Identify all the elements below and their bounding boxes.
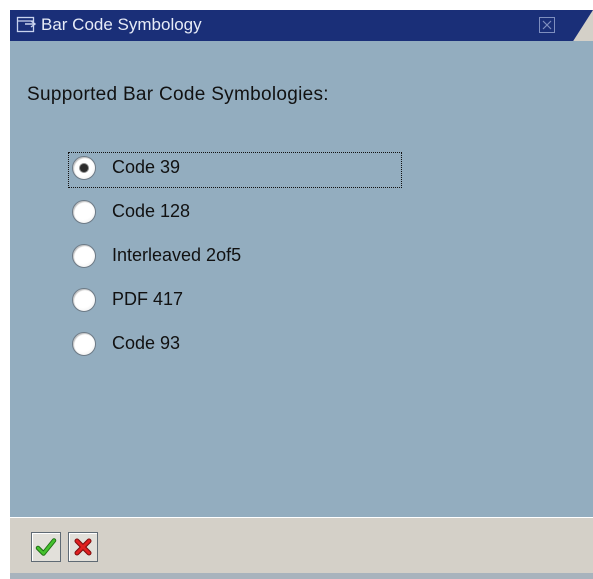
radio-button[interactable] [72,288,96,312]
window-title: Bar Code Symbology [41,15,202,34]
dialog-footer [10,517,593,579]
option-code-128[interactable]: Code 128 [72,198,392,228]
radio-button[interactable] [72,244,96,268]
option-code-39[interactable]: Code 39 [72,154,392,184]
radio-selected-dot [80,164,88,172]
checkmark-icon [35,538,57,556]
option-pdf-417[interactable]: PDF 417 [72,286,392,316]
option-code-93[interactable]: Code 93 [72,330,392,360]
bar-code-symbology-dialog: Bar Code Symbology Supported Bar Code Sy… [10,10,593,579]
option-label[interactable]: Code 128 [112,201,190,222]
confirm-button[interactable] [31,532,61,562]
option-interleaved-2of5[interactable]: Interleaved 2of5 [72,242,392,272]
dialog-body: Supported Bar Code Symbologies: Code 39 … [10,41,593,517]
cancel-button[interactable] [68,532,98,562]
option-label[interactable]: Code 93 [112,333,180,354]
radio-button[interactable] [72,332,96,356]
dialog-icon [16,16,37,33]
symbologies-heading: Supported Bar Code Symbologies: [27,84,329,105]
footer-bottom-border [10,573,593,579]
title-bar: Bar Code Symbology [10,10,593,41]
option-label[interactable]: Interleaved 2of5 [112,245,241,266]
close-icon[interactable] [537,15,557,35]
option-label[interactable]: PDF 417 [112,289,183,310]
option-label[interactable]: Code 39 [112,157,180,178]
radio-button[interactable] [72,200,96,224]
radio-button[interactable] [72,156,96,180]
cancel-x-icon [74,538,92,556]
